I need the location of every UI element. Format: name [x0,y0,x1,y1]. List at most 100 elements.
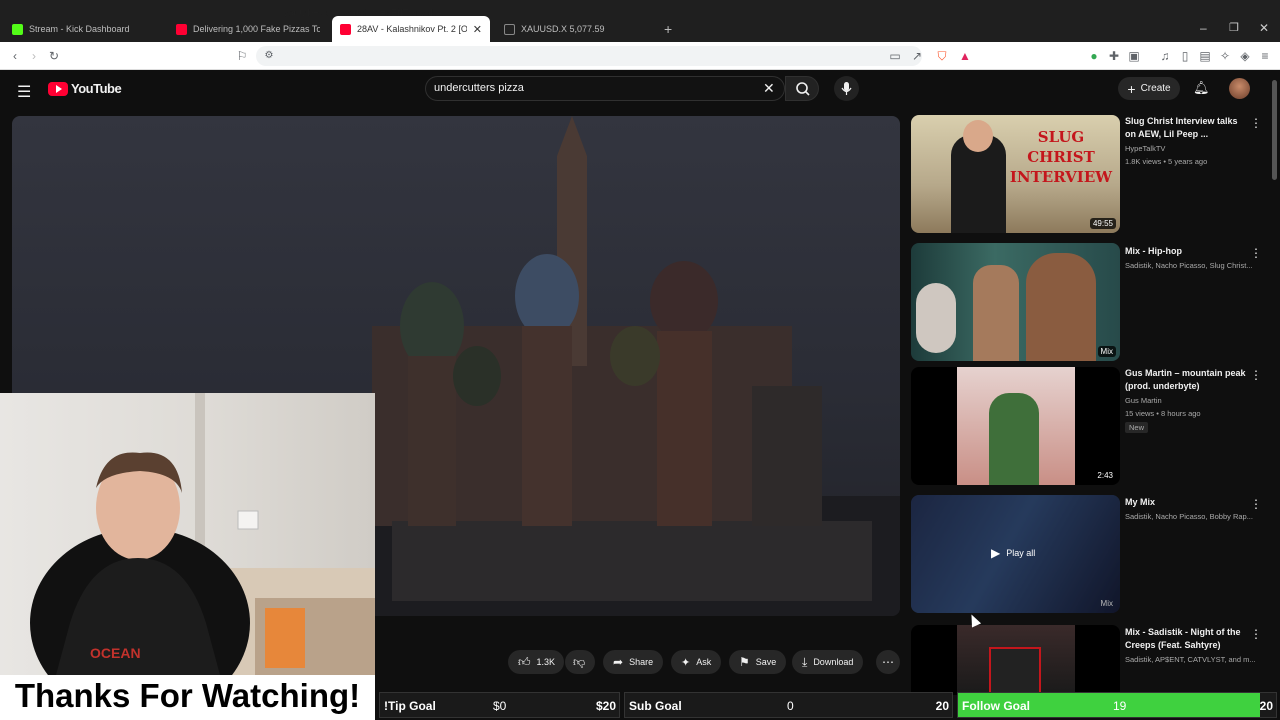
reload-icon[interactable]: ↻ [47,49,61,63]
channel-name[interactable]: Gus Martin [1125,396,1260,405]
thumbnail-title-text: SLUG CHRIST INTERVIEW [1009,128,1113,186]
goal-label: Sub Goal [629,699,682,713]
thumbnail-angel [916,283,956,353]
ask-button[interactable]: ✦ Ask [671,650,722,674]
dislike-button[interactable]: 👎︎ [565,650,595,674]
recommendation-thumbnail[interactable]: ▶ Play all Mix [911,495,1120,613]
tab-kick-dashboard[interactable]: Stream - Kick Dashboard [4,16,164,42]
video-meta: 15 views • 8 hours ago [1125,409,1201,418]
goal-current: $0 [493,699,507,713]
notifications-bell-icon[interactable]: 🔔︎ [1193,80,1210,96]
bookmark-icon[interactable]: ⚐ [235,49,249,63]
wallet-card-icon[interactable]: ▤ [1198,49,1212,63]
more-vertical-icon[interactable]: ⋮ [1250,497,1262,511]
extensions-puzzle-icon[interactable]: ✚ [1107,49,1121,63]
goal-target: 20 [1259,699,1273,713]
brave-shield-icon[interactable]: ⛉ [935,49,949,63]
channel-name[interactable]: Sadistik, Nacho Picasso, Slug Christ... [1125,261,1260,270]
minimize-icon[interactable]: – [1200,21,1207,35]
youtube-play-icon [48,81,68,96]
download-button[interactable]: ⤓ Download [792,650,864,674]
tab-fake-pizzas[interactable]: Delivering 1,000 Fake Pizzas To Karen [168,16,328,42]
recommendation-thumbnail[interactable]: 2:43 [911,367,1120,485]
more-actions-button[interactable]: ⋯ [876,650,900,674]
search-input[interactable]: undercutters pizza [434,82,524,94]
ask-label: Ask [696,657,712,667]
menu-icon[interactable]: ≡ [1258,49,1272,63]
youtube-logo[interactable]: YouTube [48,81,122,96]
play-all-overlay[interactable]: ▶ Play all [991,546,1035,560]
channel-name[interactable]: Sadistik, AP$ENT, CATVLYST, and m... [1125,655,1260,664]
webcam-overlay: OCEAN [0,393,375,675]
mix-badge: Mix [1097,346,1116,357]
extension-icon[interactable]: ● [1087,49,1101,63]
svg-text:OCEAN: OCEAN [90,645,141,661]
share-page-icon[interactable]: ↗ [910,49,924,63]
video-title[interactable]: Gus Martin – mountain peak (prod. underb… [1125,367,1247,393]
sub-goal-bar: Sub Goal 0 20 [624,692,953,718]
close-tab-icon[interactable]: ✕ [473,23,482,36]
tab-title: XAUUSD.X 5,077.59 [521,24,605,34]
new-tab-icon[interactable]: + [664,21,672,37]
close-window-icon[interactable]: ✕ [1259,21,1269,35]
back-icon[interactable]: ‹ [8,49,22,63]
more-vertical-icon[interactable]: ⋮ [1250,627,1262,641]
video-title[interactable]: My Mix [1125,496,1247,509]
youtube-logo-text: YouTube [71,81,122,96]
thumbnail-poster [989,647,1041,695]
video-title[interactable]: Mix - Hip-hop [1125,245,1247,258]
voice-search-button[interactable] [834,76,859,101]
search-icon [796,82,810,96]
restore-icon[interactable]: ❐ [1229,21,1239,34]
more-vertical-icon[interactable]: ⋮ [1250,368,1262,382]
like-count: 1.3K [536,657,556,667]
thumbnail-person [973,265,1019,361]
channel-name[interactable]: Sadistik, Nacho Picasso, Bobby Rap... [1125,512,1260,521]
tab-title: 28AV - Kalashnikov Pt. 2 [Officia [357,24,467,34]
tab-kalashnikov[interactable]: 28AV - Kalashnikov Pt. 2 [Officia ✕ [332,16,490,42]
thanks-for-watching-banner: Thanks For Watching! [0,675,375,720]
thumbs-down-icon: 👎︎ [573,654,586,669]
forward-icon[interactable]: › [27,49,41,63]
tab-xauusd[interactable]: XAUUSD.X 5,077.59 [496,16,656,42]
more-vertical-icon[interactable]: ⋮ [1250,116,1262,130]
hamburger-menu-icon[interactable]: ☰ [17,82,31,102]
duration-badge: 49:55 [1089,218,1116,229]
url-text[interactable]: youtube.com/watch?v=sEfIT0nvdkA [283,8,442,19]
save-button[interactable]: ⚑ Save [729,650,787,674]
site-info-icon[interactable]: ⚙ [262,49,276,63]
share-button[interactable]: ➦ Share [603,650,664,674]
microphone-icon [841,82,852,95]
like-button[interactable]: 👍︎ 1.3K [508,650,564,674]
video-meta: 1.8K views • 5 years ago [1125,157,1208,166]
video-title[interactable]: Mix - Sadistik - Night of the Creeps (Fe… [1125,626,1247,652]
leo-ai-icon[interactable]: ✧ [1218,49,1232,63]
goal-current: 19 [1113,699,1127,713]
recommendation-thumbnail[interactable]: SLUG CHRIST INTERVIEW 49:55 [911,115,1120,233]
goal-target: $20 [595,699,616,713]
recommendation-thumbnail[interactable]: Mix [911,243,1120,361]
plus-icon: + [1127,80,1136,97]
brave-rewards-icon[interactable]: ▲ [958,49,972,63]
address-field[interactable] [256,46,922,66]
share-label: Share [629,657,654,667]
create-label: Create [1140,83,1171,94]
create-button[interactable]: + Create [1118,77,1180,100]
video-title[interactable]: Slug Christ Interview talks on AEW, Lil … [1125,115,1247,141]
avatar[interactable] [1229,78,1250,99]
vpn-icon[interactable]: ◈ [1238,49,1252,63]
sidebar-icon[interactable]: ▯ [1178,49,1192,63]
follow-goal-bar: Follow Goal 19 20 [957,692,1277,718]
search-button[interactable] [785,76,819,101]
music-icon[interactable]: ♫ [1158,49,1172,63]
wallet-icon[interactable]: ▣ [1127,49,1141,63]
more-vertical-icon[interactable]: ⋮ [1250,246,1262,260]
page-scrollbar[interactable] [1272,80,1277,180]
clear-search-icon[interactable]: ✕ [763,80,775,97]
recommendation-thumbnail[interactable] [911,625,1120,695]
download-label: Download [813,657,854,667]
channel-name[interactable]: HypeTalkTV [1125,144,1260,153]
thumbnail-person [989,393,1039,485]
tab-title: Delivering 1,000 Fake Pizzas To Karen [193,24,320,34]
cast-icon[interactable]: ▭ [888,49,902,63]
